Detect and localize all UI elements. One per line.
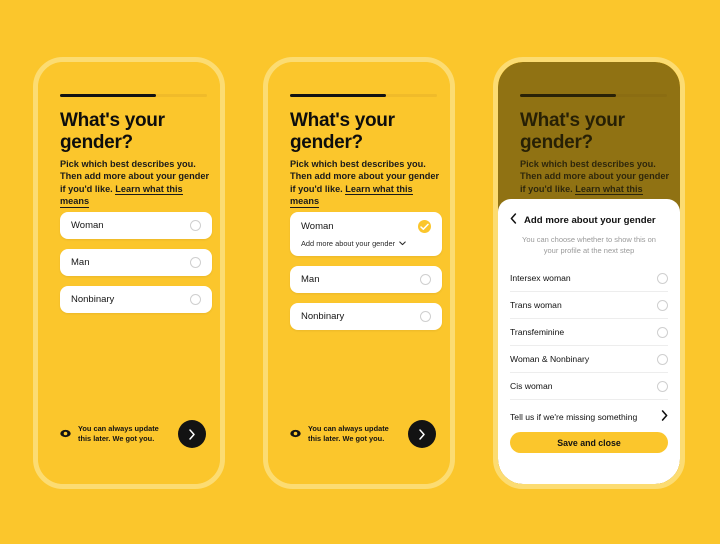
option-label: Woman — [71, 220, 104, 231]
phone-mockup-selected: What's your gender? Pick which best desc… — [263, 57, 455, 489]
phone-mockup-sheet-open: What's your gender? Pick which best desc… — [493, 57, 685, 489]
sheet-item-woman-and-nonbinary[interactable]: Woman & Nonbinary — [510, 346, 668, 373]
option-label: Nonbinary — [71, 294, 115, 305]
sheet-item-label: Intersex woman — [510, 273, 571, 283]
add-more-toggle[interactable]: Add more about your gender — [301, 239, 431, 248]
chevron-down-icon — [399, 241, 406, 246]
radio-unselected-icon[interactable] — [190, 220, 201, 231]
radio-unselected-icon[interactable] — [657, 299, 668, 311]
radio-unselected-icon[interactable] — [657, 326, 668, 338]
gender-options-list: Woman Add more about your gender Man Non… — [290, 212, 442, 340]
radio-unselected-icon[interactable] — [190, 257, 201, 268]
option-label: Man — [71, 257, 90, 268]
progress-bar-track — [60, 94, 207, 97]
add-more-label: Add more about your gender — [301, 239, 396, 248]
sheet-item-label: Tell us if we're missing something — [510, 411, 638, 422]
sheet-options-list: Intersex woman Trans woman Transfeminine… — [510, 265, 668, 433]
sheet-subtitle: You can choose whether to show this on y… — [522, 235, 656, 255]
page-title: What's your gender? — [290, 110, 395, 153]
screen-default: What's your gender? Pick which best desc… — [38, 62, 220, 484]
option-card-nonbinary[interactable]: Nonbinary — [60, 286, 212, 313]
sheet-item-label: Woman & Nonbinary — [510, 354, 590, 364]
bottom-sheet: Add more about your gender You can choos… — [498, 199, 680, 484]
page-subtitle: Pick which best describes you. Then add … — [290, 158, 442, 208]
sheet-item-trans-woman[interactable]: Trans woman — [510, 292, 668, 319]
phone-mockup-default: What's your gender? Pick which best desc… — [33, 57, 225, 489]
option-card-woman-selected[interactable]: Woman Add more about your gender — [290, 212, 442, 256]
option-label: Man — [301, 274, 320, 285]
gender-options-list: Woman Man Nonbinary — [60, 212, 212, 323]
progress-bar-track — [290, 94, 437, 97]
eye-icon — [60, 425, 71, 443]
radio-unselected-icon[interactable] — [420, 274, 431, 285]
progress-bar-fill — [290, 94, 386, 97]
sheet-title: Add more about your gender — [524, 214, 656, 226]
sheet-item-label: Cis woman — [510, 381, 553, 391]
option-card-man[interactable]: Man — [60, 249, 212, 276]
sheet-header: Add more about your gender — [510, 211, 668, 229]
chevron-right-icon — [189, 428, 195, 440]
radio-unselected-icon[interactable] — [657, 272, 668, 284]
sheet-item-missing-something[interactable]: Tell us if we're missing something — [510, 400, 668, 433]
radio-unselected-icon[interactable] — [420, 311, 431, 322]
check-circle-icon[interactable] — [418, 220, 431, 233]
screen-selected: What's your gender? Pick which best desc… — [268, 62, 450, 484]
sheet-item-transfeminine[interactable]: Transfeminine — [510, 319, 668, 346]
option-card-woman[interactable]: Woman — [60, 212, 212, 239]
screenshot-canvas: What's your gender? Pick which best desc… — [0, 0, 720, 544]
screen-sheet-open: What's your gender? Pick which best desc… — [498, 62, 680, 484]
option-label: Woman — [301, 221, 334, 232]
chevron-left-icon[interactable] — [510, 211, 517, 229]
sheet-item-cis-woman[interactable]: Cis woman — [510, 373, 668, 400]
footer-note: You can always update this later. We got… — [78, 424, 159, 443]
option-card-man[interactable]: Man — [290, 266, 442, 293]
chevron-right-icon[interactable] — [661, 408, 668, 426]
page-subtitle: Pick which best describes you. Then add … — [60, 158, 212, 208]
page-title: What's your gender? — [60, 110, 165, 153]
screen-footer: You can always update this later. We got… — [60, 420, 206, 448]
radio-unselected-icon[interactable] — [657, 380, 668, 392]
radio-unselected-icon[interactable] — [190, 294, 201, 305]
radio-unselected-icon[interactable] — [657, 353, 668, 365]
next-button[interactable] — [178, 420, 206, 448]
screen-footer: You can always update this later. We got… — [290, 420, 436, 448]
progress-bar-fill — [60, 94, 156, 97]
save-and-close-button[interactable]: Save and close — [510, 432, 668, 453]
option-label: Nonbinary — [301, 311, 345, 322]
next-button[interactable] — [408, 420, 436, 448]
sheet-item-intersex-woman[interactable]: Intersex woman — [510, 265, 668, 292]
chevron-right-icon — [419, 428, 425, 440]
sheet-item-label: Trans woman — [510, 300, 562, 310]
option-card-nonbinary[interactable]: Nonbinary — [290, 303, 442, 330]
sheet-item-label: Transfeminine — [510, 327, 565, 337]
footer-note: You can always update this later. We got… — [308, 424, 389, 443]
eye-icon — [290, 425, 301, 443]
